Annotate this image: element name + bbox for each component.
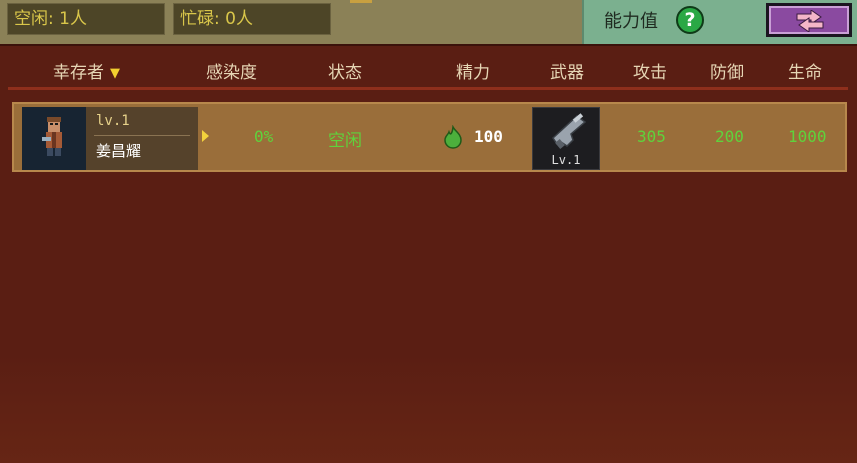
- survivor-name: 姜昌耀: [96, 142, 142, 160]
- swap-button[interactable]: [766, 3, 852, 37]
- header-divider: [8, 87, 848, 90]
- header-defense: 防御: [710, 63, 744, 83]
- avatar: [22, 107, 86, 170]
- weapon-level: Lv.1: [551, 153, 581, 167]
- health-value: 1000: [788, 127, 827, 146]
- header-status: 状态: [328, 63, 362, 83]
- name-divider: [94, 135, 190, 136]
- infection-value: 0%: [254, 127, 274, 146]
- survivor-name-box: lv.1 姜昌耀: [86, 107, 198, 170]
- status-value: 空闲: [328, 131, 362, 151]
- header-health: 生命: [788, 63, 822, 83]
- header-stamina: 精力: [456, 63, 490, 83]
- play-triangle-icon[interactable]: [202, 130, 209, 142]
- stamina-value: 100: [474, 127, 503, 146]
- header-survivor-label: 幸存者: [53, 63, 104, 83]
- defense-value: 200: [715, 127, 744, 146]
- busy-count: 忙碌: 0人: [173, 3, 331, 35]
- header-attack: 攻击: [633, 63, 667, 83]
- pistol-icon: [552, 113, 587, 149]
- help-icon[interactable]: ?: [676, 6, 704, 34]
- top-bar: 空闲: 1人 忙碌: 0人 能力值 ?: [0, 0, 857, 44]
- survivor-level: lv.1: [96, 113, 130, 129]
- stamina-icon: [444, 125, 462, 149]
- ability-panel: 能力值 ?: [582, 0, 857, 44]
- top-notch-decoration: [350, 0, 372, 3]
- header-weapon: 武器: [550, 63, 584, 83]
- attack-value: 305: [637, 127, 666, 146]
- ability-label: 能力值: [604, 11, 658, 32]
- table-row[interactable]: lv.1 姜昌耀 0% 空闲 100 Lv.1 305 200 1000: [12, 102, 847, 172]
- idle-count: 空闲: 1人: [7, 3, 165, 35]
- header-survivor[interactable]: 幸存者 ▼: [53, 58, 120, 83]
- weapon-slot[interactable]: Lv.1: [532, 107, 600, 170]
- table-header: 幸存者 ▼ 感染度 状态 精力 武器 攻击 防御 生命: [0, 46, 857, 88]
- chevron-down-icon[interactable]: ▼: [110, 66, 120, 81]
- header-infection: 感染度: [206, 63, 257, 83]
- survivor-portrait-icon: [42, 117, 62, 156]
- survivor-panel: 幸存者 ▼ 感染度 状态 精力 武器 攻击 防御 生命 lv.1 姜昌耀 0% …: [0, 44, 857, 463]
- swap-arrows-icon: [796, 10, 824, 32]
